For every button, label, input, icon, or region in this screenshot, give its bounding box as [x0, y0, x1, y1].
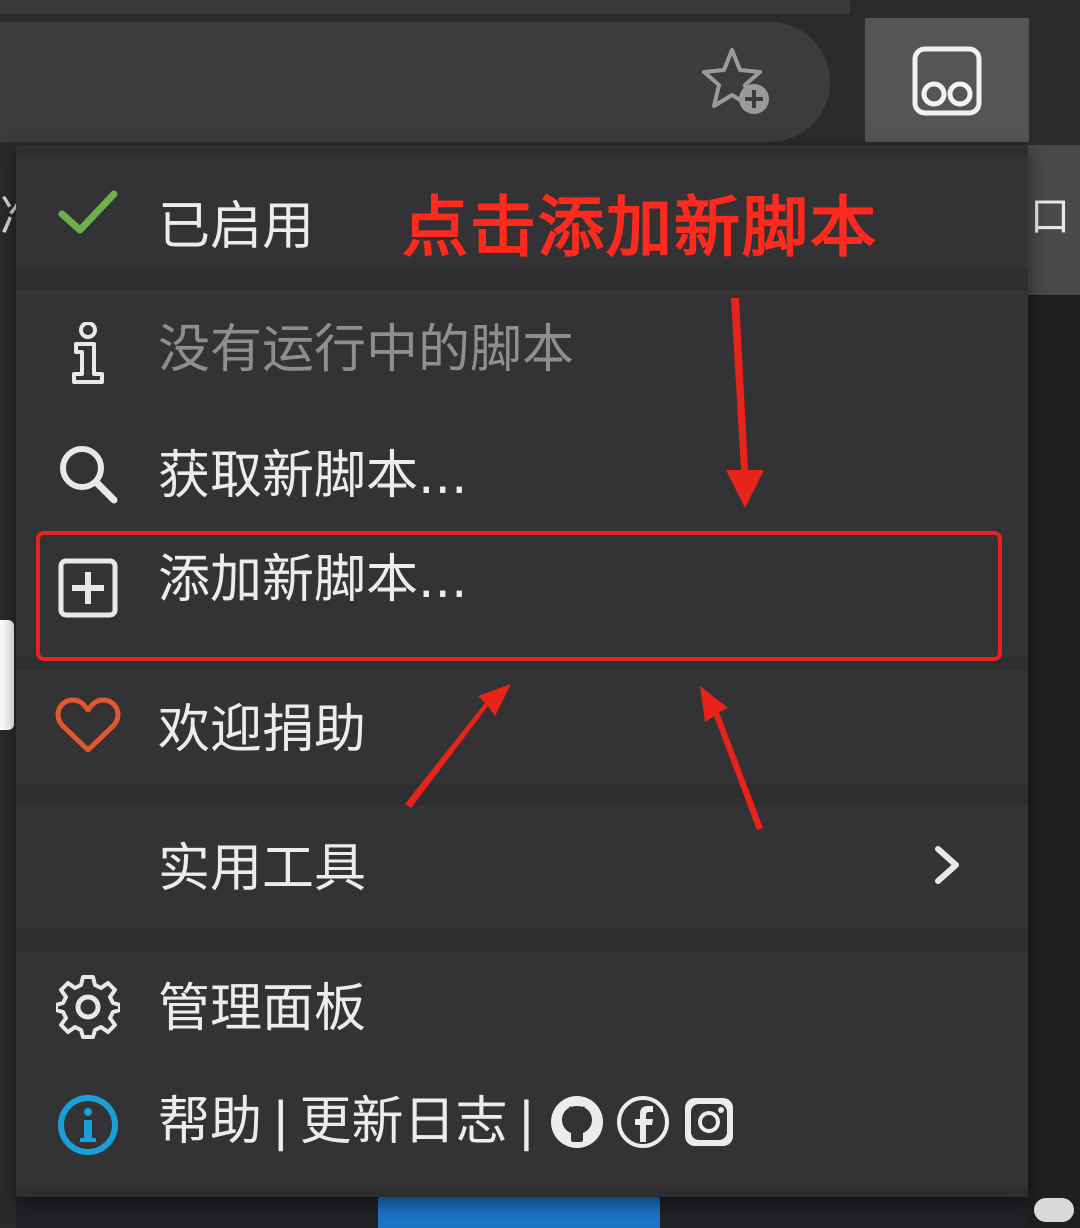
annotation-arrows	[405, 298, 764, 830]
annotation-arrow-down	[726, 298, 764, 508]
watermark	[1034, 1198, 1074, 1222]
annotation-arrow-up-right	[700, 686, 763, 830]
annotation-arrow-up-left	[405, 684, 511, 808]
